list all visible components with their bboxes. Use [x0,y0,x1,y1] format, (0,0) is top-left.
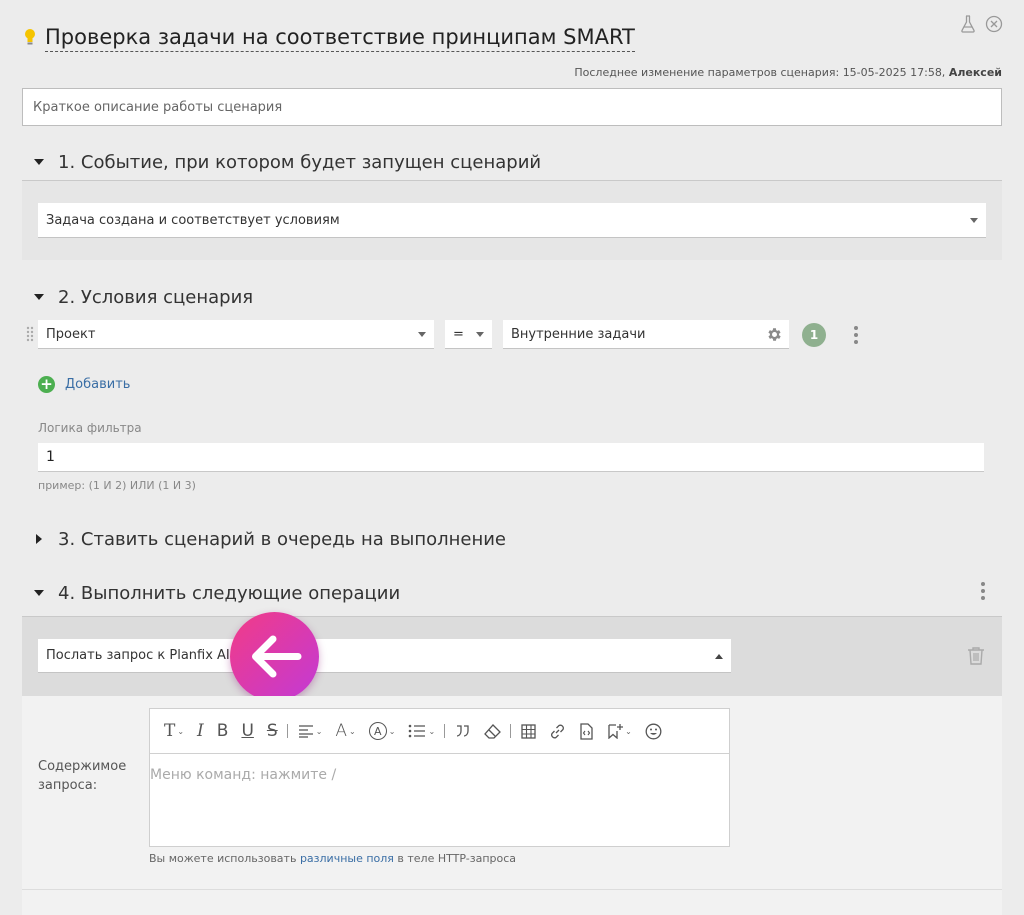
scenario-title[interactable]: Проверка задачи на соответствие принципа… [45,24,635,52]
operation-select-value: Послать запрос к Planfix AI [46,648,230,663]
fields-link[interactable]: различные поля [300,852,394,865]
section-1-title: 1. Событие, при котором будет запущен сц… [58,151,542,173]
list-icon[interactable]: ⌄ [408,724,435,738]
dropdown-arrow-icon [418,332,426,337]
condition-number-badge: 1 [802,323,826,347]
divider [22,889,1002,890]
section-4-header[interactable]: 4. Выполнить следующие операции [30,580,400,606]
italic-icon[interactable]: I [197,721,204,741]
bookmark-add-icon[interactable]: ⌄ [607,723,632,739]
condition-field-select[interactable]: Проект [38,320,434,349]
section-4-title: 4. Выполнить следующие операции [58,582,401,604]
code-icon[interactable] [579,722,594,740]
close-icon[interactable] [985,15,1003,33]
section-1-header[interactable]: 1. Событие, при котором будет запущен сц… [30,149,541,175]
dropdown-arrow-icon [970,218,978,223]
align-icon[interactable]: ⌄ [298,724,322,738]
table-icon[interactable] [521,723,536,739]
underline-icon[interactable]: U [241,721,253,741]
condition-operator-value: = [453,326,464,342]
editor-placeholder: Меню команд: нажмите / [150,767,337,783]
dropdown-arrow-up-icon [715,653,723,659]
condition-value-text: Внутренние задачи [511,326,646,342]
plus-circle-icon: + [38,376,55,393]
highlight-icon[interactable]: A ⌄ [368,722,395,740]
add-condition-button[interactable]: + Добавить [38,376,130,393]
content-label: Содержимое запроса: [38,759,127,793]
condition-operator-select[interactable]: = [445,320,492,349]
add-condition-label: Добавить [65,377,131,392]
text-style-icon[interactable]: T ⌄ [164,721,184,741]
quote-icon[interactable] [455,724,471,738]
strikethrough-icon[interactable]: S [267,721,278,741]
caret-right-icon [30,534,50,544]
editor-hint: Вы можете использовать различные поля в … [149,852,517,865]
caret-down-icon [30,590,50,596]
section-3-header[interactable]: 3. Ставить сценарий в очередь на выполне… [30,526,506,552]
attach-link-icon[interactable] [549,723,566,740]
last-modified-user: Алексей [948,66,1002,79]
section-2-title: 2. Условия сценария [58,286,254,308]
toolbar-separator [444,724,446,738]
pointer-arrow-icon [230,612,319,701]
event-select-value: Задача создана и соответствует условиям [46,212,340,228]
description-input[interactable]: Краткое описание работы сценария [22,88,1002,126]
filter-logic-label: Логика фильтра [38,421,142,435]
condition-more-icon[interactable] [854,326,858,344]
section-3-title: 3. Ставить сценарий в очередь на выполне… [58,528,507,550]
rich-text-editor[interactable]: T ⌄ I B U S ⌄ A ⌄ A ⌄ ⌄ ⌄ Меню команд: н… [149,708,730,847]
filter-logic-hint: пример: (1 И 2) ИЛИ (1 И 3) [38,479,196,492]
lightbulb-icon [25,29,35,45]
event-select[interactable]: Задача создана и соответствует условиям [38,203,986,238]
bold-icon[interactable]: B [217,721,229,741]
clear-format-icon[interactable] [484,723,502,739]
condition-field-value: Проект [46,326,96,342]
gear-icon[interactable] [766,326,783,343]
caret-down-icon [30,294,50,300]
toolbar-separator [286,724,288,738]
filter-logic-input[interactable]: 1 [38,443,984,472]
caret-down-icon [30,159,50,165]
condition-value-select[interactable]: Внутренние задачи [503,320,789,349]
font-color-icon[interactable]: A ⌄ [335,721,355,741]
flask-icon[interactable] [960,15,976,33]
section-4-more-icon[interactable] [981,582,985,600]
dropdown-arrow-icon [476,332,484,337]
emoji-icon[interactable] [645,723,662,740]
last-modified-info: Последнее изменение параметров сценария:… [574,66,1002,79]
operation-select[interactable]: Послать запрос к Planfix AI [38,639,731,673]
toolbar-separator [510,724,512,738]
section-2-header[interactable]: 2. Условия сценария [30,284,253,310]
editor-toolbar: T ⌄ I B U S ⌄ A ⌄ A ⌄ ⌄ ⌄ [150,709,729,754]
drag-handle-icon[interactable] [26,326,34,342]
trash-icon[interactable] [967,646,985,666]
